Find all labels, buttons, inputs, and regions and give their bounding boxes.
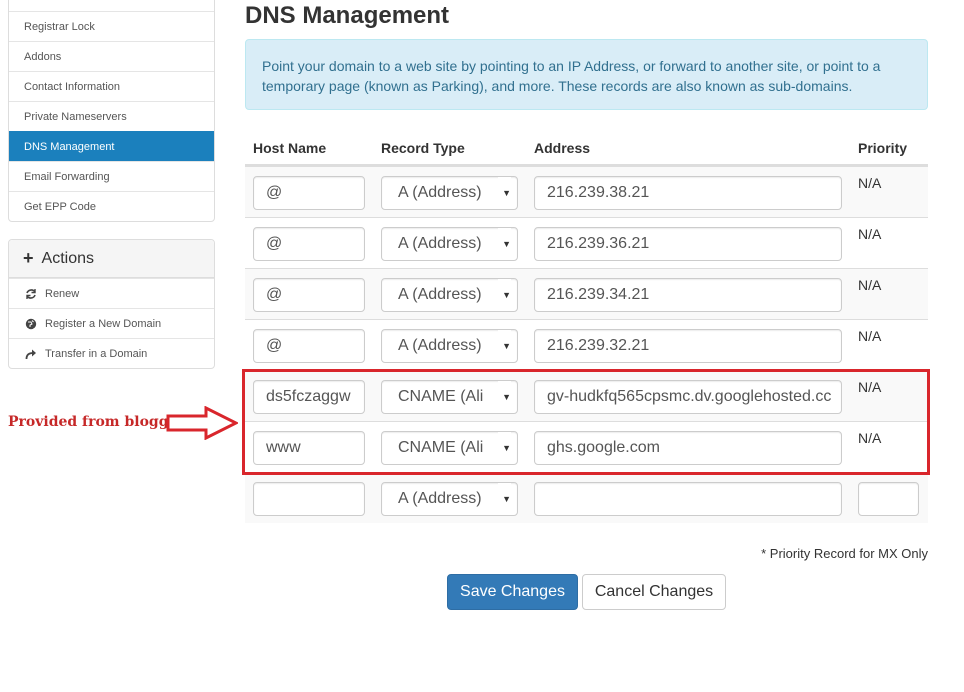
record-type-select[interactable]: A (Address) ▼ [381, 176, 518, 210]
sidebar-item-dns-management[interactable]: DNS Management [9, 131, 214, 161]
header-address: Address [534, 140, 591, 156]
table-row: @ A (Address) ▼ 216.239.32.21 N/A [245, 319, 928, 370]
priority-value: N/A [858, 328, 882, 344]
domain-menu: Registrar Lock Addons Contact Informatio… [8, 0, 215, 222]
record-type-select[interactable]: A (Address) ▼ [381, 329, 518, 363]
sidebar-item-private-nameservers[interactable]: Private Nameservers [9, 101, 214, 131]
caret-down-icon: ▼ [498, 279, 511, 311]
new-host-name-input[interactable] [253, 482, 365, 516]
action-renew-label: Renew [45, 287, 80, 300]
save-changes-button[interactable]: Save Changes [447, 574, 578, 610]
actions-header: + Actions [9, 240, 214, 278]
address-input[interactable]: 216.239.38.21 [534, 176, 842, 210]
record-type-value: A (Address) [398, 184, 482, 201]
table-row: @ A (Address) ▼ 216.239.34.21 N/A [245, 268, 928, 319]
table-row: @ A (Address) ▼ 216.239.36.21 N/A [245, 217, 928, 268]
record-type-value: A (Address) [398, 490, 482, 507]
action-register-label: Register a New Domain [45, 317, 162, 330]
sidebar-item-email-forwarding[interactable]: Email Forwarding [9, 161, 214, 191]
record-type-value: A (Address) [398, 235, 482, 252]
action-transfer-domain[interactable]: Transfer in a Domain [9, 338, 214, 368]
new-priority-input[interactable] [858, 482, 919, 516]
address-input[interactable]: 216.239.32.21 [534, 329, 842, 363]
host-name-input[interactable]: @ [253, 176, 365, 210]
sidebar-item-contact-information[interactable]: Contact Information [9, 71, 214, 101]
actions-title: Actions [41, 249, 94, 267]
address-input[interactable]: 216.239.36.21 [534, 227, 842, 261]
header-priority: Priority [858, 140, 908, 156]
caret-down-icon: ▼ [498, 330, 511, 362]
sidebar-item-addons[interactable]: Addons [9, 41, 214, 71]
host-name-input[interactable]: @ [253, 329, 365, 363]
record-type-select[interactable]: A (Address) ▼ [381, 278, 518, 312]
caret-down-icon: ▼ [498, 483, 511, 515]
cancel-changes-button[interactable]: Cancel Changes [582, 574, 726, 610]
record-type-select[interactable]: A (Address) ▼ [381, 227, 518, 261]
dns-records-table: Host Name Record Type Address Priority @… [245, 128, 928, 523]
priority-value: N/A [858, 277, 882, 293]
annotation-arrow-icon [166, 406, 238, 440]
action-register-domain[interactable]: Register a New Domain [9, 308, 214, 338]
action-transfer-label: Transfer in a Domain [45, 347, 148, 360]
host-name-input[interactable]: @ [253, 278, 365, 312]
new-address-input[interactable] [534, 482, 842, 516]
host-name-input[interactable]: @ [253, 227, 365, 261]
address-input[interactable]: 216.239.34.21 [534, 278, 842, 312]
new-record-row: A (Address) ▼ [245, 472, 928, 523]
header-record-type: Record Type [381, 140, 465, 156]
actions-panel: + Actions Renew Register a New Domain Tr… [8, 239, 215, 369]
plus-icon: + [23, 248, 34, 268]
sidebar-item-registrar-lock[interactable]: Registrar Lock [9, 11, 214, 41]
table-header: Host Name Record Type Address Priority [245, 128, 928, 166]
priority-note: * Priority Record for MX Only [761, 546, 928, 561]
caret-down-icon: ▼ [498, 177, 511, 209]
annotation-label: Provided from blogger [8, 414, 185, 430]
action-renew[interactable]: Renew [9, 278, 214, 308]
page-title: DNS Management [245, 2, 450, 29]
record-type-value: A (Address) [398, 286, 482, 303]
info-alert: Point your domain to a web site by point… [245, 39, 928, 110]
annotation-highlight-box [242, 369, 930, 475]
table-row: @ A (Address) ▼ 216.239.38.21 N/A [245, 166, 928, 217]
caret-down-icon: ▼ [498, 228, 511, 260]
header-host-name: Host Name [253, 140, 327, 156]
new-record-type-select[interactable]: A (Address) ▼ [381, 482, 518, 516]
sidebar-item-previous[interactable] [9, 0, 214, 11]
globe-icon [25, 318, 37, 329]
priority-value: N/A [858, 175, 882, 191]
sidebar-item-get-epp-code[interactable]: Get EPP Code [9, 191, 214, 221]
record-type-value: A (Address) [398, 337, 482, 354]
share-arrow-icon [25, 349, 36, 359]
refresh-icon [26, 288, 36, 299]
priority-value: N/A [858, 226, 882, 242]
